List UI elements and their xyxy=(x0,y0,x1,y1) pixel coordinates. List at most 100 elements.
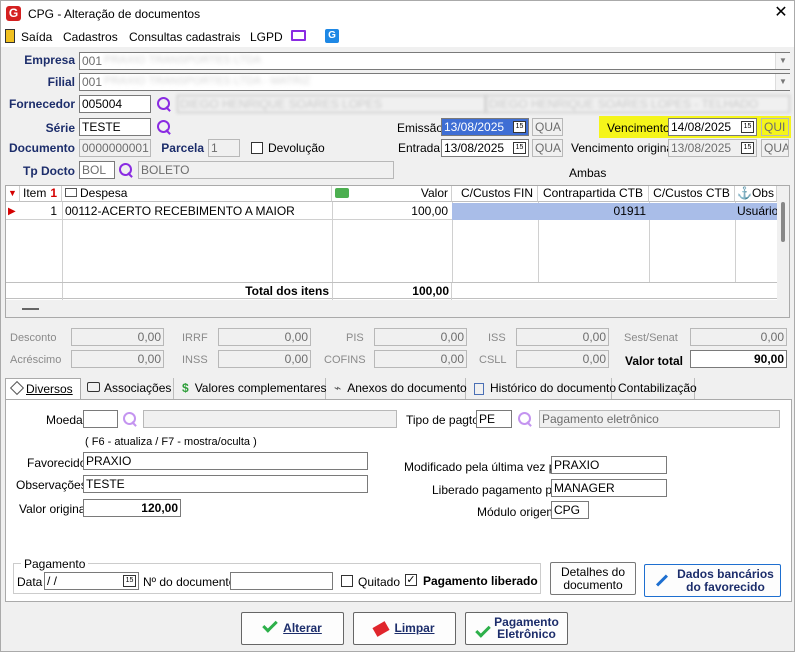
paperclip-icon: ⌁ xyxy=(334,381,342,395)
menu-consultas-cadastrais[interactable]: Consultas cadastrais xyxy=(129,30,240,44)
entrada-calendar-icon[interactable]: 15 xyxy=(513,142,526,154)
empresa-dropdown[interactable]: ▼ xyxy=(775,53,790,69)
menu-lgpd[interactable]: LGPD xyxy=(250,30,283,44)
tab-associacoes[interactable]: Associações xyxy=(81,378,174,399)
detalhes-label: Detalhes do documento xyxy=(560,565,626,592)
tab-historico-label: Histórico do documento xyxy=(490,381,617,395)
col-item[interactable]: Item 1 xyxy=(20,186,62,202)
col-valor[interactable]: Valor xyxy=(332,186,452,202)
csll-input: 0,00 xyxy=(516,350,609,368)
acrescimo-input: 0,00 xyxy=(71,350,164,368)
fornecedor-name: DIEGO HENRIQUE SOARES LOPES xyxy=(177,95,486,113)
app-logo-icon: G xyxy=(6,6,21,21)
cofins-label: COFINS xyxy=(324,354,366,366)
quitado-checkbox[interactable] xyxy=(341,575,353,587)
pagamento-liberado-label: Pagamento liberado xyxy=(423,574,538,588)
ndoc-input[interactable] xyxy=(230,572,333,590)
fornecedor-code[interactable]: 005004 xyxy=(79,95,151,113)
window: G CPG - Alteração de documentos ✕ Saída … xyxy=(0,0,795,652)
limpar-button[interactable]: Limpar xyxy=(353,612,456,645)
table-row[interactable]: ▶ 1 00112-ACERTO RECEBIMENTO A MAIOR 100… xyxy=(6,203,777,220)
col-cc-ctb[interactable]: C/Custos CTB xyxy=(649,186,735,202)
liberado-label: Liberado pagamento por xyxy=(432,483,563,497)
pagamento-eletronico-button[interactable]: Pagamento Eletrônico xyxy=(465,612,568,645)
serie-search-icon[interactable] xyxy=(156,119,172,135)
menu-saida[interactable]: Saída xyxy=(21,30,52,44)
tp-docto-search-icon[interactable] xyxy=(118,162,134,178)
tipo-pagto-code[interactable]: PE xyxy=(476,410,512,428)
venc-original-label: Vencimento original xyxy=(571,141,676,155)
app-icon[interactable]: G xyxy=(325,29,339,43)
fornecedor-label: Fornecedor xyxy=(8,97,75,111)
col-despesa[interactable]: Despesa xyxy=(62,186,332,202)
data-input[interactable]: / / 15 xyxy=(44,572,139,590)
vencimento-date-text: 14/08/2025 xyxy=(671,120,732,134)
liberado-checkbox[interactable]: ✓ xyxy=(405,574,417,586)
vencimento-date[interactable]: 14/08/2025 15 xyxy=(668,118,757,136)
items-grid[interactable]: ▼ Item 1 Despesa Valor C/Custos FIN Contr… xyxy=(5,185,790,318)
col-cc-fin[interactable]: C/Custos FIN xyxy=(452,186,538,202)
despesa-icon xyxy=(65,188,77,197)
entrada-day: QUA xyxy=(532,139,563,157)
col-contrapartida[interactable]: Contrapartida CTB xyxy=(538,186,649,202)
checkmark-icon xyxy=(262,617,278,633)
vencimento-label: Vencimento xyxy=(607,121,670,135)
fornecedor-search-icon[interactable] xyxy=(156,96,172,112)
ndoc-label: Nº do documento xyxy=(143,575,236,589)
emissao-date[interactable]: 13/08/2025 15 xyxy=(441,118,529,136)
exit-icon xyxy=(5,29,15,43)
chat-icon xyxy=(87,382,100,392)
tab-anexos[interactable]: ⌁ Anexos do documento xyxy=(326,378,467,399)
col-obs[interactable]: ⚓Obs xyxy=(735,186,777,202)
entrada-date[interactable]: 13/08/2025 15 xyxy=(441,139,529,157)
csll-label: CSLL xyxy=(479,354,507,366)
favorecido-input[interactable]: PRAXIO xyxy=(83,452,368,470)
vencimento-calendar-icon[interactable]: 15 xyxy=(741,121,754,133)
tab-historico[interactable]: Histórico do documento xyxy=(466,378,616,399)
tab-bar: Diversos Associações $ Valores complement… xyxy=(5,378,790,400)
tab-contabilizacao[interactable]: Contabilização xyxy=(612,378,697,399)
tab-diversos[interactable]: Diversos xyxy=(5,378,81,400)
alterar-button[interactable]: Alterar xyxy=(241,612,344,645)
observacoes-label: Observações xyxy=(16,478,87,492)
moeda-search-icon[interactable] xyxy=(122,411,138,427)
monitor-icon[interactable] xyxy=(291,30,306,41)
menu-bar: Saída Cadastros Consultas cadastrais LGP… xyxy=(1,27,794,47)
cell-contrapartida: 01911 xyxy=(538,203,649,220)
tp-docto-code[interactable]: BOL xyxy=(79,161,115,179)
title-bar: G CPG - Alteração de documentos ✕ xyxy=(1,1,794,27)
iss-label: ISS xyxy=(488,332,506,344)
devolucao-checkbox[interactable] xyxy=(251,142,263,154)
emissao-label: Emissão xyxy=(397,121,444,135)
grid-splitter[interactable] xyxy=(22,308,39,310)
pencil-icon xyxy=(655,574,669,587)
detalhes-documento-button[interactable]: Detalhes do documento xyxy=(550,562,636,595)
menu-cadastros[interactable]: Cadastros xyxy=(63,30,118,44)
emissao-calendar-icon[interactable]: 15 xyxy=(513,121,526,133)
data-input-text: / / xyxy=(47,574,58,588)
modulo-input: CPG xyxy=(551,501,589,519)
tab-valores[interactable]: $ Valores complementares xyxy=(174,378,327,399)
tipo-pagto-search-icon[interactable] xyxy=(517,411,533,427)
documento-input: 0000000001 xyxy=(79,139,151,157)
serie-input[interactable]: TESTE xyxy=(79,118,151,136)
filial-dropdown[interactable]: ▼ xyxy=(775,74,790,90)
modificado-input: PRAXIO xyxy=(551,456,667,474)
moeda-input[interactable] xyxy=(83,410,118,428)
cell-cc-ctb xyxy=(649,203,735,220)
tab-anexos-label: Anexos do documento xyxy=(347,381,467,395)
window-title: CPG - Alteração de documentos xyxy=(28,7,201,21)
tp-docto-label: Tp Docto xyxy=(23,164,75,178)
data-calendar-icon[interactable]: 15 xyxy=(123,575,136,587)
irrf-label: IRRF xyxy=(182,332,208,344)
scrollbar-thumb[interactable] xyxy=(781,202,785,242)
emissao-day: QUA xyxy=(532,118,563,136)
observacoes-input[interactable]: TESTE xyxy=(83,475,368,493)
valor-original-input[interactable]: 120,00 xyxy=(83,499,181,517)
tab-diversos-label: Diversos xyxy=(26,382,73,396)
data-label: Data xyxy=(17,575,43,589)
close-icon[interactable]: ✕ xyxy=(771,3,791,23)
filial-label: Filial xyxy=(47,75,75,89)
ambas-label: Ambas xyxy=(569,166,607,180)
dados-bancarios-button[interactable]: Dados bancários do favorecido xyxy=(644,564,781,597)
